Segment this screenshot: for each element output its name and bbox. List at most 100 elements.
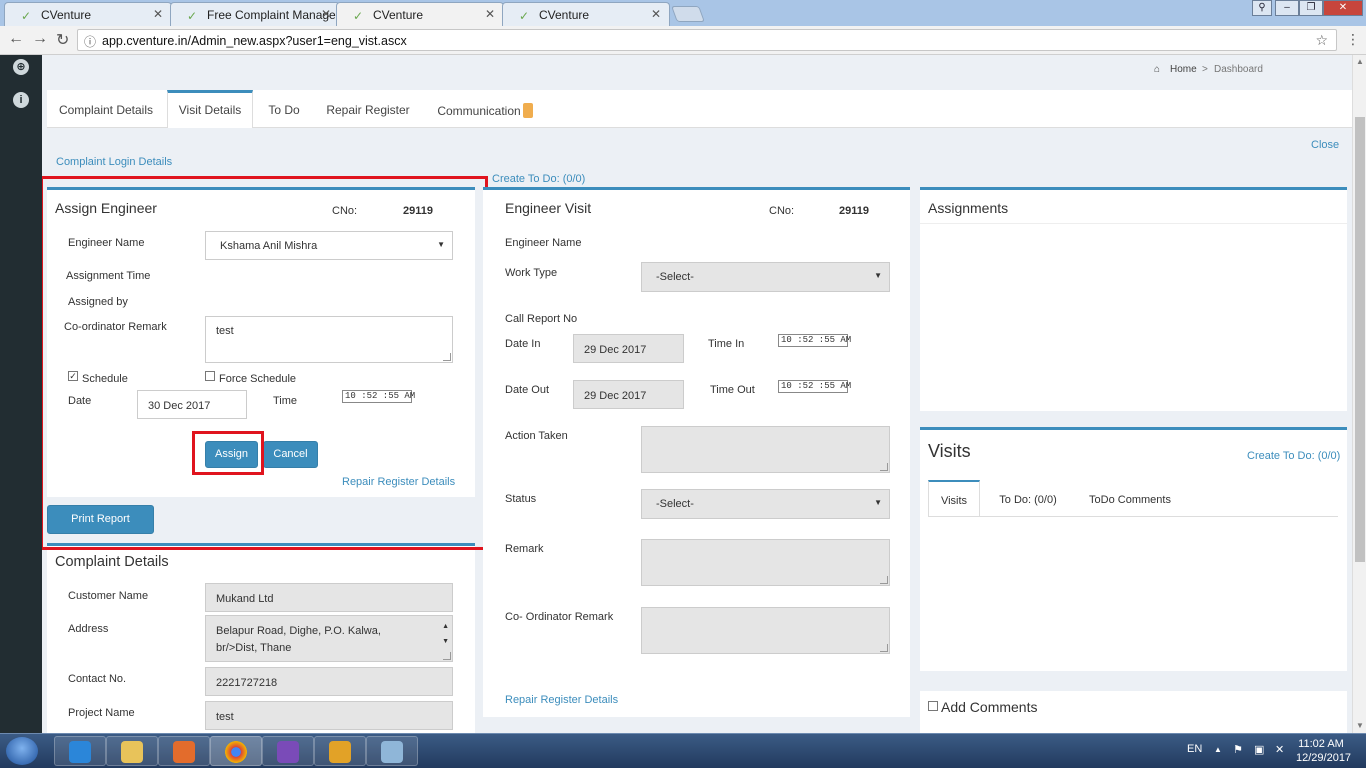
time-out-input[interactable]: 10 :52 :55 AM (778, 380, 851, 393)
browser-tab[interactable]: ✓ CVenture ✕ (4, 2, 172, 26)
close-tab-icon[interactable]: ✕ (651, 7, 661, 21)
close-tab-icon[interactable]: ✕ (153, 7, 163, 21)
close-tab-icon[interactable]: ✕ (485, 7, 495, 21)
scroll-down-icon[interactable]: ▼ (1356, 721, 1364, 730)
work-type-select[interactable]: -Select- ▼ (641, 262, 890, 292)
repair-register-details-link[interactable]: Repair Register Details (505, 694, 618, 706)
date-in-input[interactable]: 29 Dec 2017 (573, 334, 684, 363)
action-taken-textarea[interactable] (641, 426, 890, 473)
start-button[interactable] (6, 737, 38, 765)
maximize-button[interactable]: ❐ (1299, 0, 1323, 16)
network-icon[interactable]: ▣ (1254, 743, 1264, 756)
tab-repair-register[interactable]: Repair Register (315, 90, 421, 128)
scrollbar-thumb[interactable] (1355, 117, 1365, 562)
tab-complaint-details[interactable]: Complaint Details (47, 90, 165, 128)
resize-handle-icon[interactable] (880, 576, 888, 584)
address-textarea[interactable]: Belapur Road, Dighe, P.O. Kalwa, br/>Dis… (205, 615, 453, 662)
resize-handle-icon[interactable] (443, 652, 451, 660)
minimize-button[interactable]: ‒ (1275, 0, 1299, 16)
add-comments-panel: Add Comments (920, 691, 1347, 733)
project-name-input[interactable]: test (205, 701, 453, 730)
scroll-up-icon[interactable]: ▲ (1356, 57, 1364, 66)
page-scrollbar[interactable]: ▲ ▼ (1352, 55, 1366, 733)
page-favicon-icon: ✓ (21, 9, 32, 23)
date-in-value: 29 Dec 2017 (584, 344, 647, 356)
call-report-no-label: Call Report No (505, 313, 578, 325)
complaint-details-panel: Complaint Details Customer Name Mukand L… (47, 543, 475, 733)
taskbar-paint[interactable] (366, 736, 418, 766)
flag-icon[interactable]: ⚑ (1233, 743, 1243, 756)
resize-handle-icon[interactable] (880, 463, 888, 471)
info-icon[interactable]: i (13, 92, 29, 108)
close-window-button[interactable]: ✕ (1323, 0, 1363, 16)
paint-icon (381, 741, 403, 763)
scroll-down-icon[interactable]: ▼ (442, 633, 449, 650)
browser-tab-active[interactable]: ✓ CVenture ✕ (336, 2, 504, 26)
clock-time: 11:02 AM (1298, 738, 1344, 750)
contact-no-input[interactable]: 2221727218 (205, 667, 453, 696)
subtab-visits[interactable]: Visits (928, 480, 980, 516)
tab-to-do[interactable]: To Do (257, 90, 311, 128)
taskbar-chrome[interactable] (210, 736, 262, 766)
volume-muted-icon[interactable]: ✕ (1275, 743, 1284, 756)
subtab-todo-comments[interactable]: ToDo Comments (1074, 480, 1186, 516)
tab-communication[interactable]: Communication (425, 90, 545, 128)
complaint-login-details-link[interactable]: Complaint Login Details (56, 156, 172, 168)
time-in-label: Time In (708, 338, 745, 350)
home-icon[interactable]: ⌂ (1154, 64, 1160, 75)
taskbar-media[interactable] (158, 736, 210, 766)
close-tab-icon[interactable]: ✕ (321, 7, 331, 21)
info-icon[interactable]: ⓘ (84, 33, 96, 50)
address-line: br/>Dist, Thane (216, 642, 292, 654)
lifebuoy-icon[interactable]: ⊕ (13, 59, 29, 75)
tab-label: Visit Details (178, 103, 242, 117)
subtab-label: Visits (940, 495, 968, 507)
taskbar-visual-studio[interactable] (262, 736, 314, 766)
bookmark-star-icon[interactable]: ☆ (1315, 32, 1328, 49)
system-clock[interactable]: 11:02 AM 12/29/2017 (1296, 737, 1351, 765)
taskbar-ie[interactable] (54, 736, 106, 766)
subtab-to-do[interactable]: To Do: (0/0) (986, 480, 1070, 516)
breadcrumb-separator: > (1202, 64, 1208, 75)
breadcrumb-home[interactable]: Home (1170, 64, 1197, 75)
show-hidden-icons-icon[interactable]: ▲ (1214, 745, 1222, 754)
cno-label: CNo: (769, 205, 795, 217)
page-tabs: Complaint Details Visit Details To Do Re… (47, 90, 1352, 128)
language-indicator[interactable]: EN (1187, 743, 1202, 755)
taskbar-outlook[interactable] (314, 736, 366, 766)
user-icon[interactable]: ⚲ (1252, 0, 1272, 16)
url-text[interactable]: app.cventure.in/Admin_new.aspx?user1=eng… (102, 34, 407, 48)
resize-handle-icon[interactable] (880, 644, 888, 652)
cno-value: 29119 (839, 205, 869, 217)
tab-label: To Do (268, 103, 300, 117)
add-comments-checkbox[interactable] (928, 701, 938, 711)
address-label: Address (68, 623, 109, 635)
status-select[interactable]: -Select- ▼ (641, 489, 890, 519)
customer-name-input[interactable]: Mukand Ltd (205, 583, 453, 612)
subtab-label: To Do: (0/0) (999, 494, 1057, 506)
divider (920, 223, 1347, 224)
browser-tab[interactable]: ✓ CVenture ✕ (502, 2, 670, 26)
customer-name-value: Mukand Ltd (216, 593, 274, 605)
browser-tab-title: CVenture (539, 8, 590, 22)
forward-arrow-icon[interactable]: → (32, 30, 48, 48)
coordinator-remark-textarea[interactable] (641, 607, 890, 654)
reload-icon[interactable]: ↻ (56, 30, 69, 50)
remark-textarea[interactable] (641, 539, 890, 586)
add-comments-label: Add Comments (941, 699, 1038, 715)
create-todo-link[interactable]: Create To Do: (0/0) (1247, 450, 1340, 462)
taskbar-explorer[interactable] (106, 736, 158, 766)
tab-visit-details[interactable]: Visit Details (167, 90, 253, 128)
date-out-input[interactable]: 29 Dec 2017 (573, 380, 684, 409)
create-todo-link[interactable]: Create To Do: (0/0) (492, 173, 585, 185)
new-tab-button[interactable] (671, 6, 705, 22)
back-arrow-icon[interactable]: ← (8, 30, 24, 48)
browser-menu-icon[interactable]: ⋮ (1346, 31, 1360, 48)
time-in-input[interactable]: 10 :52 :55 AM (778, 334, 851, 347)
tab-label: Repair Register (326, 103, 410, 117)
project-name-value: test (216, 711, 234, 723)
subtab-label: ToDo Comments (1089, 494, 1171, 506)
address-bar[interactable]: ⓘ app.cventure.in/Admin_new.aspx?user1=e… (77, 29, 1337, 51)
browser-tab[interactable]: ✓ Free Complaint Managen ✕ (170, 2, 340, 26)
close-link[interactable]: Close (1311, 139, 1339, 151)
